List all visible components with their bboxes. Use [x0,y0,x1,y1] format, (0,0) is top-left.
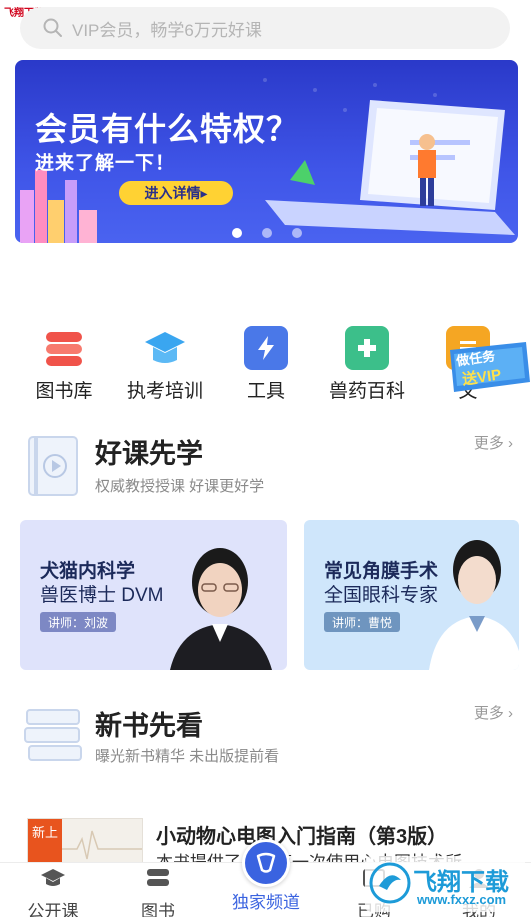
banner-subtitle: 进来了解一下！ [35,153,176,174]
book-icon [147,869,169,886]
course-teacher: 讲师：刘波 [40,612,117,632]
category-label: 工具 [246,381,285,402]
pagination-dot[interactable] [291,228,302,238]
category-books[interactable]: 图书库 [9,320,119,403]
lightning-icon [244,326,288,370]
open-course-icon [41,869,65,886]
section-description: 曝光新书精华 未出版提前看 [95,748,280,765]
tab-open-course[interactable]: 公开课 [3,867,103,917]
course-subtitle: 全国眼科专家 [324,585,439,606]
new-tag: 新上 [28,819,62,867]
task-vip-badge[interactable]: 做任务 送VIP [446,340,531,394]
search-placeholder: VIP会员，畅学6万元好课 [72,20,262,40]
category-label: 兽药百科 [328,381,405,402]
tab-label: 图书 [141,902,175,917]
category-vet-drugs[interactable]: 兽药百科 [312,320,422,403]
category-label: 图书库 [35,381,93,402]
pagination-dot[interactable] [231,228,242,238]
graduation-cap-icon [143,326,187,370]
promo-banner[interactable]: 会员有什么特权？ 进来了解一下！ 进入详情▸ [15,60,518,243]
category-label: 执考培训 [126,381,203,402]
ecg-illustration [62,830,142,860]
video-course-icon [28,436,78,496]
more-link[interactable]: 更多 › [474,432,513,453]
course-title: 犬猫内科学 [40,561,136,582]
banner-title: 会员有什么特权？ [35,111,300,147]
course-card[interactable]: 犬猫内科学 兽医博士 DVM 讲师：刘波 [20,520,287,670]
search-icon [43,18,62,37]
pagination-dot[interactable] [261,228,272,238]
courses-section-header: 好课先学 权威教授授课 好课更好学 更多 › [0,430,531,500]
section-title: 好课先学 [95,439,203,469]
course-title: 常见角膜手术 [324,561,439,582]
book-title[interactable]: 小动物心电图入门指南（第3版） [156,820,447,849]
watermark-url: www.fxxz.com [417,892,507,907]
search-bar[interactable]: VIP会员，畅学6万元好课 [20,7,510,49]
section-title: 新书先看 [95,711,203,741]
tab-exclusive-channel[interactable]: 独家频道 [216,885,316,913]
banner-pagination [15,228,518,238]
books-section-header: 新书先看 曝光新书精华 未出版提前看 更多 › [0,702,531,772]
more-link[interactable]: 更多 › [474,702,513,723]
category-exam-training[interactable]: 执考培训 [110,320,220,403]
course-card[interactable]: 常见角膜手术 全国眼科专家 讲师：曹悦 [304,520,519,670]
section-description: 权威教授授课 好课更好学 [95,478,265,495]
tab-label: 独家频道 [232,893,300,912]
tab-books[interactable]: 图书 [108,867,208,917]
books-icon [42,326,86,370]
category-tools[interactable]: 工具 [211,320,321,403]
watermark-bottom: 飞翔下载 www.fxxz.com [365,856,525,912]
banner-details-button[interactable]: 进入详情▸ [119,181,233,205]
book-cover[interactable]: 新上 [27,818,143,868]
stacked-books-icon [24,709,82,761]
course-teacher: 讲师：曹悦 [324,612,401,632]
exclusive-channel-icon[interactable] [242,839,290,887]
teacher-photo [170,548,272,670]
medical-kit-icon [345,326,389,370]
tab-label: 公开课 [27,902,79,917]
course-subtitle: 兽医博士 DVM [40,585,164,606]
watermark-logo-icon [369,862,411,904]
